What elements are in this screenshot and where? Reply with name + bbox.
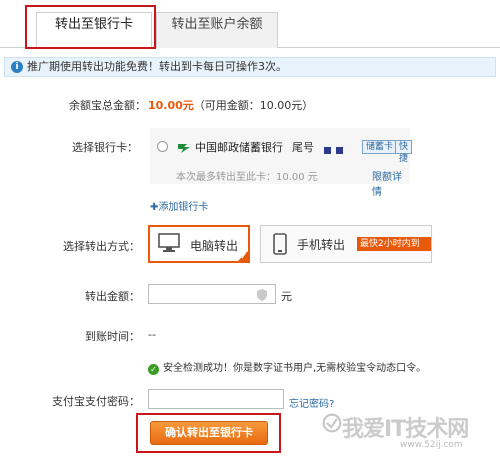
method-label: 选择转出方式： (63, 240, 140, 253)
phone-icon (273, 233, 287, 255)
success-check-icon: ✓ (148, 364, 159, 375)
monitor-icon (158, 233, 180, 252)
add-bank-card-link[interactable]: ✚添加银行卡 (150, 198, 208, 213)
method-pc-option[interactable]: 电脑转出 ✓ (148, 225, 250, 263)
method-phone-option[interactable]: 手机转出 最快2小时内到账 (260, 225, 432, 263)
method-phone-label: 手机转出 (297, 238, 346, 252)
highlight-box-tab (25, 5, 156, 49)
tail-mask-square (336, 147, 343, 154)
forgot-password-link[interactable]: 忘记密码? (289, 395, 334, 410)
balance-available: （可用金额：10.00元） (193, 99, 314, 112)
fast-arrival-badge: 最快2小时内到账 (357, 237, 431, 263)
info-icon: i (11, 61, 23, 73)
arrival-label: 到账时间： (85, 330, 140, 343)
watermark-logo-icon (322, 413, 342, 433)
balance-value: 10.00元（可用金额：10.00元） (148, 97, 313, 113)
watermark-text: 我爱IT技术网 (342, 417, 469, 442)
payment-password-input[interactable] (148, 389, 284, 409)
amount-unit: 元 (281, 290, 292, 303)
confirm-transfer-button[interactable]: 确认转出至银行卡 (150, 421, 268, 445)
promo-notice: i 推广期使用转出功能免费！转出到卡每日可操作3次。 (4, 57, 496, 77)
bank-card-radio[interactable] (157, 141, 168, 152)
arrival-value: -- (148, 328, 156, 341)
card-tail-label: 尾号 (292, 141, 314, 154)
security-check-message: ✓ 安全检测成功！你是数字证书用户,无需校验宝令动态口令。 (148, 359, 426, 375)
bank-name: 中国邮政储蓄银行 (195, 141, 283, 154)
balance-amount: 10.00元 (148, 99, 194, 112)
notice-text: 推广期使用转出功能免费！转出到卡每日可操作3次。 (27, 60, 287, 73)
postal-bank-logo-icon (178, 144, 190, 153)
security-text: 安全检测成功！你是数字证书用户,无需校验宝令动态口令。 (163, 363, 427, 374)
watermark-url: www.52ij.com (400, 440, 463, 450)
amount-label: 转出金额： (85, 290, 140, 303)
bank-card-option[interactable]: 中国邮政储蓄银行 尾号 储蓄卡 快捷 本次最多转出至此卡：10.00 元 限额详… (150, 128, 413, 198)
method-pc-label: 电脑转出 (190, 239, 239, 253)
limit-text: 本次最多转出至此卡：10.00 元 (176, 172, 318, 183)
limit-details-link[interactable]: 限额详情 (372, 168, 410, 198)
badge-express: 快捷 (395, 140, 413, 164)
balance-label: 余额宝总金额： (69, 99, 146, 112)
checkmark-icon: ✓ (240, 252, 247, 261)
badge-savings-card: 储蓄卡 (362, 140, 398, 154)
tab-to-account-balance[interactable]: 转出至账户余额 (156, 12, 278, 48)
security-shield-icon (257, 289, 267, 301)
site-watermark: 我爱IT技术网 www.52ij.com (322, 410, 500, 454)
amount-input[interactable] (148, 284, 276, 304)
password-label: 支付宝支付密码： (52, 395, 140, 408)
bank-card-label: 选择银行卡： (72, 141, 138, 154)
tail-mask-square (324, 147, 331, 154)
